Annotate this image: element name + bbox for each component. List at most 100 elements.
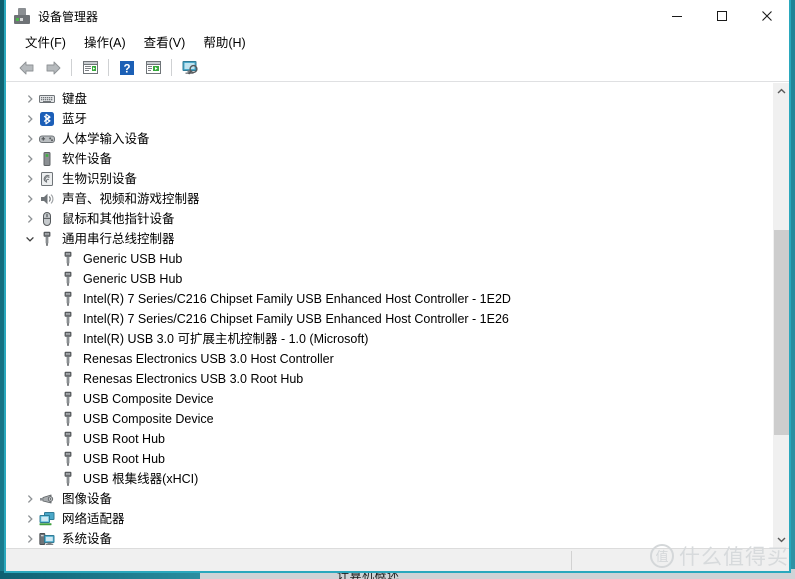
device-tree-category[interactable]: 系统设备 [6,529,772,548]
minimize-button[interactable] [654,0,699,32]
device-label: 键盘 [62,92,88,106]
tree-expander[interactable] [22,129,38,149]
usb-icon [64,331,72,346]
chevron-down-icon [777,537,786,543]
usb-icon [59,270,77,288]
device-tree-leaf[interactable]: Intel(R) USB 3.0 可扩展主机控制器 - 1.0 (Microso… [6,329,772,349]
device-tree-leaf[interactable]: Intel(R) 7 Series/C216 Chipset Family US… [6,289,772,309]
menu-file[interactable]: 文件(F) [16,32,75,54]
device-tree-category[interactable]: 键盘 [6,89,772,109]
device-tree[interactable]: 键盘蓝牙人体学输入设备软件设备生物识别设备声音、视频和游戏控制器鼠标和其他指针设… [6,83,772,548]
software-device-icon [38,150,56,168]
device-label: 生物识别设备 [62,172,138,186]
device-tree-category[interactable]: 软件设备 [6,149,772,169]
device-tree-category[interactable]: 人体学输入设备 [6,129,772,149]
scan-window-icon [145,61,161,74]
chevron-right-icon [27,155,33,163]
scroll-up-button[interactable] [773,83,789,100]
usb-icon [59,370,77,388]
tree-expander[interactable] [22,529,38,548]
usb-icon [64,291,72,306]
usb-icon [59,290,77,308]
back-button[interactable] [14,56,40,80]
usb-icon [59,470,77,488]
usb-icon [64,471,72,486]
usb-icon [59,310,77,328]
device-label: Intel(R) USB 3.0 可扩展主机控制器 - 1.0 (Microso… [83,332,369,346]
usb-icon [59,430,77,448]
device-tree-leaf[interactable]: Generic USB Hub [6,249,772,269]
chevron-right-icon [27,515,33,523]
tree-expander[interactable] [22,89,38,109]
usb-icon [59,410,77,428]
device-tree-leaf[interactable]: USB Composite Device [6,409,772,429]
vertical-scrollbar[interactable] [772,83,789,548]
bluetooth-icon [40,112,54,126]
device-tree-leaf[interactable]: Intel(R) 7 Series/C216 Chipset Family US… [6,309,772,329]
usb-icon [59,450,77,468]
close-button[interactable] [744,0,789,32]
tree-expander[interactable] [22,509,38,529]
tree-expander[interactable] [22,149,38,169]
scrollbar-thumb[interactable] [774,230,789,435]
device-tree-category[interactable]: 生物识别设备 [6,169,772,189]
tree-expander[interactable] [22,489,38,509]
title-bar[interactable]: 设备管理器 [6,0,789,32]
forward-button[interactable] [40,56,66,80]
usb-icon [38,230,56,248]
menu-action[interactable]: 操作(A) [75,32,135,54]
minimize-icon [671,16,682,17]
scan-hardware-button[interactable] [140,56,166,80]
close-icon [761,11,772,21]
device-tree-category[interactable]: 通用串行总线控制器 [6,229,772,249]
speaker-icon [38,190,56,208]
device-tree-category[interactable]: 网络适配器 [6,509,772,529]
device-tree-leaf[interactable]: USB Composite Device [6,389,772,409]
usb-icon [59,250,77,268]
chevron-right-icon [27,495,33,503]
device-tree-category[interactable]: 图像设备 [6,489,772,509]
device-tree-leaf[interactable]: USB 根集线器(xHCI) [6,469,772,489]
device-tree-leaf[interactable]: Renesas Electronics USB 3.0 Root Hub [6,369,772,389]
imaging-camera-icon [38,490,56,508]
device-tree-category[interactable]: 声音、视频和游戏控制器 [6,189,772,209]
device-label: USB Composite Device [83,412,214,426]
status-bar [6,548,789,571]
tree-expander[interactable] [22,169,38,189]
device-tree-category[interactable]: 蓝牙 [6,109,772,129]
update-driver-button[interactable] [177,56,203,80]
device-tree-leaf[interactable]: Renesas Electronics USB 3.0 Host Control… [6,349,772,369]
device-label: 通用串行总线控制器 [62,232,175,246]
keyboard-icon [39,95,55,103]
tree-expander[interactable] [22,109,38,129]
device-label: 声音、视频和游戏控制器 [62,192,200,206]
tree-expander[interactable] [22,209,38,229]
usb-icon [64,251,72,266]
device-label: 软件设备 [62,152,113,166]
fingerprint-icon [38,170,56,188]
menu-help[interactable]: 帮助(H) [194,32,254,54]
tree-expander[interactable] [22,229,38,249]
tree-expander[interactable] [22,189,38,209]
bluetooth-icon [38,110,56,128]
fingerprint-icon [41,172,53,186]
device-tree-leaf[interactable]: USB Root Hub [6,449,772,469]
device-tree-leaf[interactable]: Generic USB Hub [6,269,772,289]
usb-icon [43,231,51,246]
svg-text:?: ? [123,63,130,75]
usb-icon [64,411,72,426]
properties-button[interactable] [77,56,103,80]
maximize-button[interactable] [699,0,744,32]
mouse-icon [43,212,51,226]
help-question-icon: ? [120,60,134,75]
scroll-down-button[interactable] [773,531,789,548]
menu-view[interactable]: 查看(V) [135,32,195,54]
usb-icon [64,431,72,446]
help-button[interactable]: ? [114,56,140,80]
system-device-icon [39,533,55,545]
usb-icon [64,351,72,366]
device-tree-category[interactable]: 鼠标和其他指针设备 [6,209,772,229]
device-tree-leaf[interactable]: USB Root Hub [6,429,772,449]
mouse-icon [38,210,56,228]
device-label: 蓝牙 [62,112,88,126]
